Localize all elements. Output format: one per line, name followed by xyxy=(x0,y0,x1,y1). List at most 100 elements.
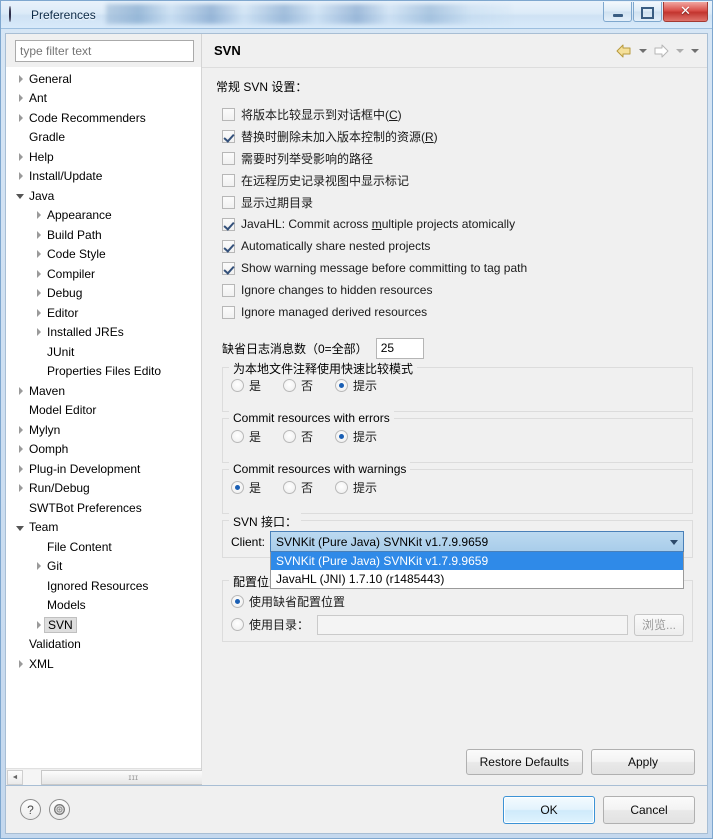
minimize-button[interactable] xyxy=(603,2,632,22)
chevron-right-icon[interactable] xyxy=(30,289,45,297)
checkbox-3[interactable] xyxy=(222,151,235,165)
sidebar-item-compiler[interactable]: Compiler xyxy=(6,264,201,284)
chevron-right-icon[interactable] xyxy=(12,172,27,180)
chevron-right-icon[interactable] xyxy=(30,211,45,219)
chevron-right-icon[interactable] xyxy=(12,387,27,395)
checkbox-9[interactable] xyxy=(222,283,235,297)
sidebar-item-gradle[interactable]: Gradle xyxy=(6,128,201,148)
checkbox-2[interactable] xyxy=(222,129,235,143)
config-default-row[interactable]: 使用缺省配置位置 xyxy=(231,590,684,613)
scroll-track[interactable]: ɪɪɪ xyxy=(23,769,226,785)
sidebar-item-ant[interactable]: Ant xyxy=(6,89,201,109)
chevron-right-icon[interactable] xyxy=(30,328,45,336)
chevron-right-icon[interactable] xyxy=(12,660,27,668)
sidebar-item-ignored-resources[interactable]: Ignored Resources xyxy=(6,576,201,596)
checkbox-8[interactable] xyxy=(222,261,235,275)
scroll-thumb[interactable]: ɪɪɪ xyxy=(41,769,226,785)
back-arrow-icon[interactable] xyxy=(614,41,634,61)
radio-button[interactable] xyxy=(335,379,349,392)
checkbox-row[interactable]: 显示过期目录 xyxy=(216,191,693,213)
sidebar-item-team[interactable]: Team xyxy=(6,518,201,538)
radio-button[interactable] xyxy=(231,379,244,392)
checkbox-5[interactable] xyxy=(222,195,235,209)
sidebar-item-install-update[interactable]: Install/Update xyxy=(6,167,201,187)
filter-input[interactable] xyxy=(15,40,194,62)
sidebar-item-xml[interactable]: XML xyxy=(6,654,201,674)
log-messages-input[interactable] xyxy=(375,337,424,359)
dropdown-option[interactable]: JavaHL (JNI) 1.7.10 (r1485443) xyxy=(271,570,683,588)
chevron-right-icon[interactable] xyxy=(12,94,27,102)
sidebar-item-build-path[interactable]: Build Path xyxy=(6,225,201,245)
chevron-right-icon[interactable] xyxy=(12,445,27,453)
fingerprint-icon[interactable] xyxy=(49,799,70,820)
cancel-button[interactable]: Cancel xyxy=(603,795,695,824)
radio-button[interactable] xyxy=(283,379,297,392)
chevron-right-icon[interactable] xyxy=(12,75,27,83)
chevron-right-icon[interactable] xyxy=(12,426,27,434)
sidebar-item-properties-files-edito[interactable]: Properties Files Edito xyxy=(6,362,201,382)
chevron-right-icon[interactable] xyxy=(12,114,27,122)
checkbox-row[interactable]: 在远程历史记录视图中显示标记 xyxy=(216,169,693,191)
checkbox-7[interactable] xyxy=(222,239,235,253)
sidebar-item-file-content[interactable]: File Content xyxy=(6,537,201,557)
sidebar-item-oomph[interactable]: Oomph xyxy=(6,440,201,460)
sidebar-item-plug-in-development[interactable]: Plug-in Development xyxy=(6,459,201,479)
help-icon[interactable]: ? xyxy=(20,799,41,820)
checkbox-row[interactable]: 替换时删除未加入版本控制的资源(R) xyxy=(216,125,693,147)
dropdown-option[interactable]: SVNKit (Pure Java) SVNKit v1.7.9.9659 xyxy=(271,552,683,570)
checkbox-4[interactable] xyxy=(222,173,235,187)
chevron-right-icon[interactable] xyxy=(12,484,27,492)
checkbox-row[interactable]: 将版本比较显示到对话框中(C) xyxy=(216,103,693,125)
chevron-down-icon[interactable] xyxy=(12,192,27,199)
radio-option[interactable]: 是 xyxy=(231,479,261,496)
radio-button[interactable] xyxy=(335,481,349,494)
checkbox-row[interactable]: 需要时列举受影响的路径 xyxy=(216,147,693,169)
preferences-tree[interactable]: General Ant Code Recommenders Gradle Help Ins… xyxy=(6,67,201,768)
close-button[interactable]: ✕ xyxy=(663,2,708,22)
radio-option[interactable]: 提示 xyxy=(335,428,377,445)
radio-option[interactable]: 否 xyxy=(283,377,313,394)
radio-button[interactable] xyxy=(335,430,349,443)
checkbox-row[interactable]: Automatically share nested projects xyxy=(216,235,693,257)
checkbox-1[interactable] xyxy=(222,107,235,121)
sidebar-item-swtbot-preferences[interactable]: SWTBot Preferences xyxy=(6,498,201,518)
chevron-down-icon[interactable] xyxy=(670,540,678,545)
checkbox-row[interactable]: Ignore managed derived resources xyxy=(216,301,693,323)
radio-button[interactable] xyxy=(283,430,297,443)
chevron-down-icon[interactable] xyxy=(12,524,27,531)
checkbox-row[interactable]: JavaHL: Commit across multiple projects … xyxy=(216,213,693,235)
view-menu-icon[interactable] xyxy=(688,41,701,61)
radio-button[interactable] xyxy=(231,481,244,494)
checkbox-10[interactable] xyxy=(222,305,235,319)
ok-button[interactable]: OK xyxy=(503,795,595,824)
sidebar-item-java[interactable]: Java xyxy=(6,186,201,206)
sidebar-item-editor[interactable]: Editor xyxy=(6,303,201,323)
sidebar-item-code-recommenders[interactable]: Code Recommenders xyxy=(6,108,201,128)
checkbox-6[interactable] xyxy=(222,217,235,231)
back-dropdown-icon[interactable] xyxy=(636,41,649,61)
sidebar-item-general[interactable]: General xyxy=(6,69,201,89)
title-bar[interactable]: Preferences ✕ xyxy=(1,1,712,29)
sidebar-item-run-debug[interactable]: Run/Debug xyxy=(6,479,201,499)
config-dir-radio[interactable] xyxy=(231,618,244,631)
config-dir-row[interactable]: 使用目录： 浏览... xyxy=(231,613,684,636)
radio-option[interactable]: 提示 xyxy=(335,479,377,496)
svn-client-dropdown-list[interactable]: SVNKit (Pure Java) SVNKit v1.7.9.9659 Jav… xyxy=(270,552,684,589)
sidebar-item-help[interactable]: Help xyxy=(6,147,201,167)
radio-option[interactable]: 否 xyxy=(283,479,313,496)
chevron-right-icon[interactable] xyxy=(30,621,45,629)
sidebar-item-maven[interactable]: Maven xyxy=(6,381,201,401)
chevron-right-icon[interactable] xyxy=(30,250,45,258)
chevron-right-icon[interactable] xyxy=(30,309,45,317)
radio-button[interactable] xyxy=(231,430,244,443)
sidebar-item-svn[interactable]: SVN xyxy=(6,615,201,635)
sidebar-item-code-style[interactable]: Code Style xyxy=(6,245,201,265)
sidebar-item-validation[interactable]: Validation xyxy=(6,635,201,655)
tree-horizontal-scrollbar[interactable]: ◄ ɪɪɪ ► xyxy=(6,768,226,785)
radio-option[interactable]: 提示 xyxy=(335,377,377,394)
sidebar-item-appearance[interactable]: Appearance xyxy=(6,206,201,226)
chevron-right-icon[interactable] xyxy=(30,231,45,239)
radio-button[interactable] xyxy=(283,481,297,494)
restore-defaults-button[interactable]: Restore Defaults xyxy=(465,749,583,775)
checkbox-row[interactable]: Ignore changes to hidden resources xyxy=(216,279,693,301)
